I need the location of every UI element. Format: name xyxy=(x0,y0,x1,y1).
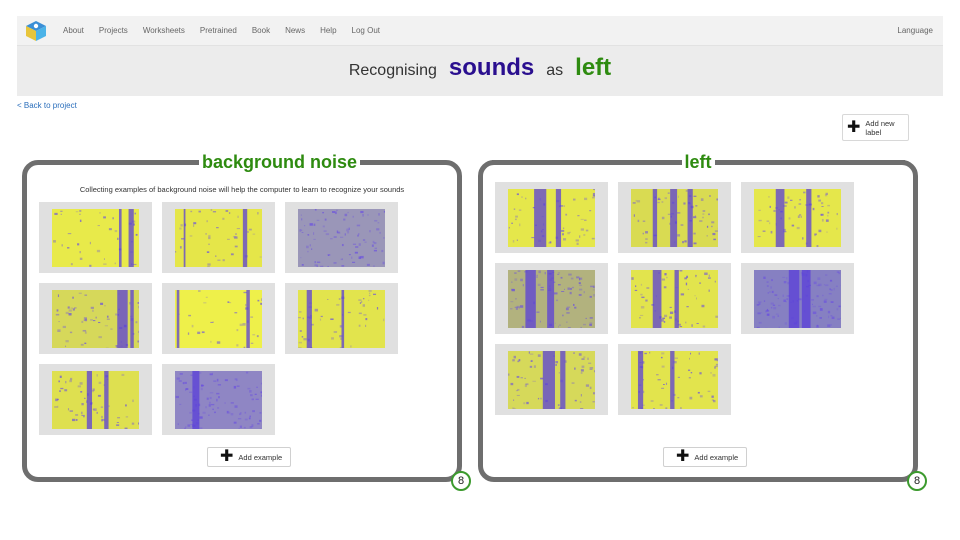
add-new-label-text: Add new label xyxy=(865,118,895,137)
sound-example-thumbnail[interactable] xyxy=(618,182,731,253)
spectrogram-image xyxy=(298,208,385,267)
nav-link-worksheets[interactable]: Worksheets xyxy=(143,26,185,35)
sound-example-thumbnail[interactable] xyxy=(741,263,854,334)
sound-example-thumbnail[interactable] xyxy=(162,202,275,273)
spectrogram-image xyxy=(52,370,139,429)
title-rule-right xyxy=(360,159,406,165)
sound-example-thumbnail[interactable] xyxy=(39,283,152,354)
sound-example-thumbnail[interactable] xyxy=(495,182,608,253)
title-middle: as xyxy=(546,62,564,79)
label-name: left xyxy=(681,151,715,173)
nav-link-help[interactable]: Help xyxy=(320,26,336,35)
spectrogram-image xyxy=(52,208,139,267)
spectrogram-image xyxy=(631,188,718,247)
page-title: Recognising sounds as left xyxy=(17,45,943,96)
spectrogram-image xyxy=(52,289,139,348)
sound-example-thumbnail[interactable] xyxy=(39,202,152,273)
add-example-button[interactable]: ✚ Add example xyxy=(207,447,292,467)
spectrogram-image xyxy=(508,269,595,328)
label-name: background noise xyxy=(198,151,361,173)
spectrogram-image xyxy=(754,188,841,247)
sound-example-thumbnail[interactable] xyxy=(618,263,731,334)
spectrogram-image xyxy=(508,188,595,247)
spectrogram-image xyxy=(175,289,262,348)
title-rule-right xyxy=(714,159,905,165)
sound-example-thumbnail[interactable] xyxy=(495,344,608,415)
card-title: left xyxy=(483,151,913,173)
plus-icon: ✚ xyxy=(847,118,861,136)
nav-link-pretrained[interactable]: Pretrained xyxy=(200,26,237,35)
nav-link-about[interactable]: About xyxy=(63,26,84,35)
spectrogram-image xyxy=(175,370,262,429)
spectrogram-image xyxy=(298,289,385,348)
sound-example-thumbnail[interactable] xyxy=(162,283,275,354)
nav-link-news[interactable]: News xyxy=(285,26,305,35)
title-label: left xyxy=(575,54,612,81)
nav-links: About Projects Worksheets Pretrained Book New… xyxy=(55,26,387,35)
example-count-badge: 8 xyxy=(451,471,471,491)
sound-example-thumbnail[interactable] xyxy=(39,364,152,435)
spectrogram-image xyxy=(175,208,262,267)
spectrogram-image xyxy=(508,350,595,409)
title-rule-left xyxy=(78,159,199,165)
examples-grid xyxy=(495,182,854,415)
label-card-left: left ✚ Add example 8 xyxy=(478,151,927,491)
title-type: sounds xyxy=(448,54,535,81)
spectrogram-image xyxy=(754,269,841,328)
collecting-hint: Collecting examples of background noise … xyxy=(79,185,405,194)
nav-link-projects[interactable]: Projects xyxy=(99,26,128,35)
sound-example-thumbnail[interactable] xyxy=(285,202,398,273)
sound-example-thumbnail[interactable] xyxy=(495,263,608,334)
examples-grid xyxy=(39,202,398,435)
spectrogram-image xyxy=(631,350,718,409)
nav-link-log-out[interactable]: Log Out xyxy=(352,26,380,35)
add-example-text: Add example xyxy=(694,452,739,462)
ml4k-cube-logo-icon[interactable] xyxy=(25,20,47,42)
add-example-button[interactable]: ✚ Add example xyxy=(663,447,748,467)
card-title: background noise xyxy=(27,151,457,173)
sound-example-thumbnail[interactable] xyxy=(285,283,398,354)
add-example-text: Add example xyxy=(238,452,283,462)
top-nav: About Projects Worksheets Pretrained Book New… xyxy=(17,16,943,45)
plus-icon: ✚ xyxy=(676,448,690,465)
add-new-label-button[interactable]: ✚ Add new label xyxy=(842,114,909,141)
title-prefix: Recognising xyxy=(348,62,437,79)
spectrogram-image xyxy=(631,269,718,328)
language-menu[interactable]: Language xyxy=(897,26,933,35)
nav-link-book[interactable]: Book xyxy=(252,26,270,35)
plus-icon: ✚ xyxy=(220,448,234,465)
example-count-badge: 8 xyxy=(907,471,927,491)
sound-example-thumbnail[interactable] xyxy=(162,364,275,435)
sound-example-thumbnail[interactable] xyxy=(618,344,731,415)
label-card-background-noise: background noise Collecting examples of … xyxy=(22,151,471,491)
title-rule-left xyxy=(491,159,682,165)
sound-example-thumbnail[interactable] xyxy=(741,182,854,253)
back-to-project-link[interactable]: < Back to project xyxy=(17,101,77,110)
